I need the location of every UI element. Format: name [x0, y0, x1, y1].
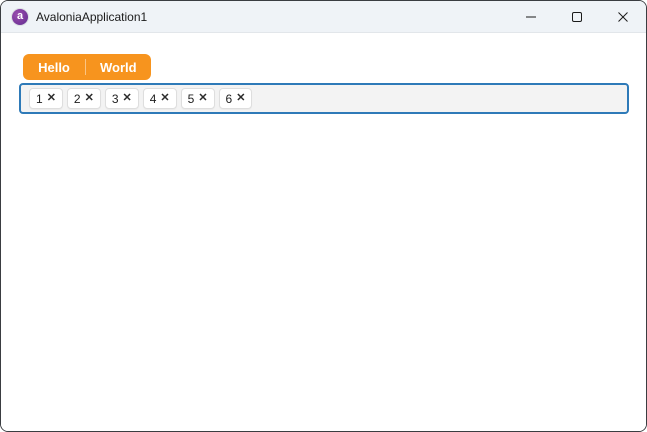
close-icon — [618, 12, 628, 22]
minimize-icon — [526, 16, 536, 18]
avalonia-logo-icon: a — [12, 8, 28, 25]
remove-icon[interactable]: ✕ — [160, 93, 169, 104]
close-button[interactable] — [600, 1, 646, 33]
tag-chip-label: 1 — [36, 91, 43, 106]
tagbox-input[interactable]: 1 ✕ 2 ✕ 3 ✕ 4 ✕ 5 ✕ 6 ✕ — [19, 83, 629, 114]
window-content: Hello World 1 ✕ 2 ✕ 3 ✕ 4 ✕ 5 ✕ 6 ✕ — [1, 33, 646, 431]
remove-icon[interactable]: ✕ — [85, 93, 94, 104]
tab-strip: Hello World — [23, 54, 151, 80]
remove-icon[interactable]: ✕ — [123, 93, 132, 104]
remove-icon[interactable]: ✕ — [47, 93, 56, 104]
minimize-button[interactable] — [508, 1, 554, 33]
window-title: AvaloniaApplication1 — [36, 9, 148, 24]
tag-chip-label: 3 — [111, 91, 119, 106]
avalonia-logo-glyph: a — [16, 9, 24, 22]
maximize-icon — [572, 12, 582, 22]
tag-chip-3[interactable]: 3 ✕ — [104, 88, 139, 109]
tag-chip-label: 5 — [187, 91, 195, 106]
tab-world[interactable]: World — [86, 54, 151, 80]
tag-chip-5[interactable]: 5 ✕ — [180, 88, 215, 109]
maximize-button[interactable] — [554, 1, 600, 33]
titlebar: a AvaloniaApplication1 — [1, 1, 646, 33]
tag-chip-2[interactable]: 2 ✕ — [66, 88, 101, 109]
tab-hello[interactable]: Hello — [23, 54, 85, 80]
remove-icon[interactable]: ✕ — [198, 93, 207, 104]
app-window: a AvaloniaApplication1 Hello World 1 ✕ 2… — [0, 0, 647, 432]
tag-chip-6[interactable]: 6 ✕ — [218, 88, 253, 109]
tag-chip-label: 4 — [149, 91, 157, 106]
tag-chip-1[interactable]: 1 ✕ — [29, 88, 63, 109]
remove-icon[interactable]: ✕ — [236, 93, 245, 104]
tag-chip-4[interactable]: 4 ✕ — [142, 88, 177, 109]
tag-chip-label: 6 — [225, 91, 233, 106]
window-controls — [508, 1, 646, 32]
tag-chip-label: 2 — [73, 91, 81, 106]
